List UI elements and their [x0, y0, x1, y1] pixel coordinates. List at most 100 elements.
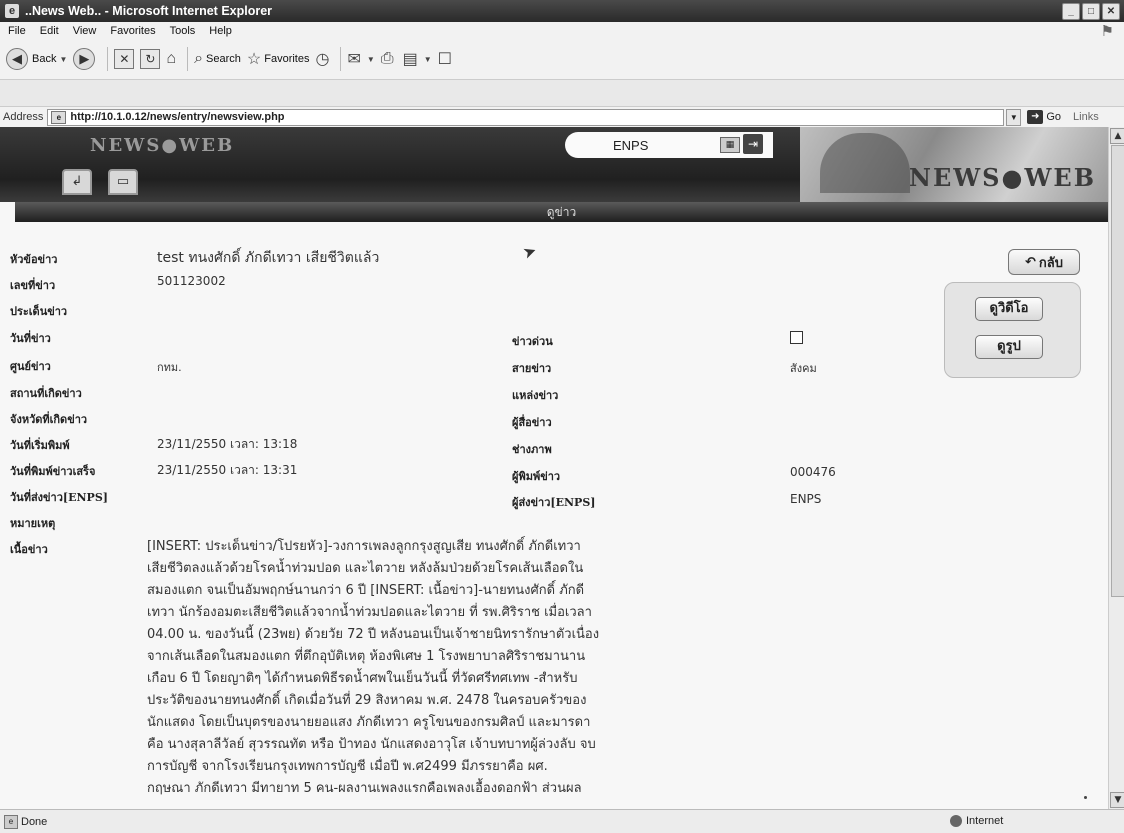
back-page-button[interactable]: ↶ กลับ: [1008, 249, 1080, 275]
maximize-button[interactable]: □: [1082, 3, 1100, 20]
news-body-text: [INSERT: ประเด็นข่าว/โปรยหัว]-วงการเพลงล…: [147, 539, 600, 796]
headline-label: หัวข้อข่าว: [10, 253, 58, 266]
status-text: Done: [21, 815, 48, 828]
enps-panel: ENPS ▦ ⇥: [565, 132, 773, 158]
window-title-bar: e ..News Web.. - Microsoft Internet Expl…: [0, 0, 1124, 22]
scan-dot: [1084, 796, 1087, 799]
chevron-down-icon[interactable]: ▼: [424, 55, 432, 64]
mouse-cursor-icon: ➤: [520, 240, 540, 263]
media-button-panel: ดูวิดีโอ ดูรูป: [944, 282, 1081, 378]
reporter-label: ผู้สื่อข่าว: [512, 416, 552, 429]
links-button[interactable]: Links: [1073, 111, 1099, 123]
address-input[interactable]: e http://10.1.0.12/news/entry/newsview.p…: [47, 108, 1005, 126]
vertical-scrollbar[interactable]: ▲ ▼: [1108, 127, 1124, 809]
scroll-up-arrow-icon[interactable]: ▲: [1110, 128, 1124, 144]
address-dropdown-icon[interactable]: ▼: [1006, 108, 1022, 126]
headline-value: test ทนงศักดิ์ ภักดีเทวา เสียชีวิตแล้ว: [157, 250, 380, 266]
toolbar-separator: [187, 47, 189, 71]
finish-date-label: วันที่พิมพ์ข่าวเสร็จ: [10, 465, 96, 478]
edit-icon: ▤: [402, 51, 418, 68]
go-label: Go: [1046, 111, 1062, 123]
home-button[interactable]: ⌂: [166, 50, 179, 68]
newsweb-logo-large: NEWS●WEB: [909, 163, 1096, 192]
print-button[interactable]: ⎙: [381, 50, 397, 68]
typist-label: ผู้พิมพ์ข่าว: [512, 470, 561, 483]
newsweb-header: NEWS●WEB ↲ ▭ ENPS ▦ ⇥ NEWS●WEB: [0, 127, 1108, 202]
back-label: Back: [32, 53, 57, 65]
logout-icon[interactable]: ⇥: [743, 134, 763, 154]
toolbar-separator: [340, 47, 342, 71]
source-label: แหล่งข่าว: [512, 389, 559, 402]
start-date-value: 23/11/2550 เวลา: 13:18: [157, 437, 298, 451]
start-date-label: วันที่เริ่มพิมพ์: [10, 439, 70, 452]
address-label: Address: [3, 111, 44, 123]
print-icon: ⎙: [380, 50, 394, 67]
minimize-button[interactable]: _: [1062, 3, 1080, 20]
menu-favorites[interactable]: Favorites: [110, 25, 155, 37]
favorites-button[interactable]: ☆ Favorites: [247, 49, 310, 69]
stop-icon: ✕: [114, 49, 135, 69]
windows-logo-icon: ⚑: [1100, 23, 1114, 40]
globe-icon: [950, 815, 962, 827]
enps-label: ENPS: [613, 137, 649, 153]
menu-file[interactable]: File: [8, 25, 26, 37]
toolbar-separator: [107, 47, 109, 71]
page-viewport: NEWS●WEB ↲ ▭ ENPS ▦ ⇥ NEWS●WEB ดูข่าว ➤ …: [0, 127, 1108, 809]
close-button[interactable]: ✕: [1102, 3, 1120, 20]
security-zone: Internet: [950, 815, 1003, 827]
stop-button[interactable]: ✕: [114, 49, 135, 69]
urgent-checkbox[interactable]: [790, 331, 803, 344]
discuss-icon: ☐: [437, 51, 452, 68]
menu-view[interactable]: View: [73, 25, 97, 37]
menu-bar: File Edit View Favorites Tools Help ⚑: [0, 22, 1124, 40]
news-detail: ➤ หัวข้อข่าว test ทนงศักดิ์ ภักดีเทวา เส…: [0, 222, 1108, 809]
chevron-down-icon[interactable]: ▼: [367, 55, 375, 64]
back-icon: ↶: [1025, 254, 1036, 270]
refresh-icon: ↻: [140, 49, 161, 69]
search-button[interactable]: ⌕ Search: [194, 50, 241, 68]
favorites-label: Favorites: [264, 53, 310, 65]
section-title: ดูข่าว: [15, 202, 1108, 222]
province-label: จังหวัดที่เกิดข่าว: [10, 413, 88, 426]
forward-button[interactable]: ▶: [73, 48, 99, 70]
mail-button[interactable]: ✉ ▼: [347, 49, 374, 69]
header-art-arch: [820, 133, 910, 193]
home-icon: ⌂: [166, 50, 177, 67]
scroll-thumb[interactable]: [1111, 145, 1124, 597]
page-done-icon: e: [4, 814, 18, 829]
discuss-button[interactable]: ☐: [438, 49, 455, 69]
address-bar: Address e http://10.1.0.12/news/entry/ne…: [0, 106, 1124, 128]
search-label: Search: [206, 53, 241, 65]
back-arrow-icon: ◀: [6, 48, 28, 70]
sent-date-label: วันที่ส่งข่าว[ENPS]: [10, 491, 108, 504]
news-line-value: สังคม: [790, 362, 817, 375]
search-icon: ⌕: [194, 50, 204, 67]
view-photo-button[interactable]: ดูรูป: [975, 335, 1043, 359]
address-url: http://10.1.0.12/news/entry/newsview.php: [70, 111, 285, 123]
add-news-tab-icon[interactable]: ↲: [62, 169, 92, 195]
go-button[interactable]: ➜ Go: [1027, 110, 1061, 124]
history-button[interactable]: ◷: [315, 49, 332, 69]
photographer-label: ช่างภาพ: [512, 443, 552, 456]
menu-help[interactable]: Help: [209, 25, 232, 37]
news-center-label: ศูนย์ข่าว: [10, 360, 51, 373]
view-video-button[interactable]: ดูวิดีโอ: [975, 297, 1043, 321]
edit-button[interactable]: ▤ ▼: [403, 49, 432, 69]
scroll-down-arrow-icon[interactable]: ▼: [1110, 792, 1124, 808]
refresh-button[interactable]: ↻: [140, 49, 161, 69]
status-bar: e Done Internet: [0, 809, 1124, 833]
window-controls: _ □ ✕: [1062, 3, 1120, 20]
news-id-value: 501123002: [157, 274, 226, 288]
back-button[interactable]: ◀ Back ▼: [6, 48, 67, 70]
typist-value: 000476: [790, 465, 836, 479]
menu-tools[interactable]: Tools: [170, 25, 196, 37]
news-date-label: วันที่ข่าว: [10, 332, 51, 345]
place-label: สถานที่เกิดข่าว: [10, 387, 82, 400]
view-news-tab-icon[interactable]: ▭: [108, 169, 138, 195]
window-title: ..News Web.. - Microsoft Internet Explor…: [25, 4, 273, 18]
keyboard-icon[interactable]: ▦: [720, 137, 740, 153]
chevron-down-icon[interactable]: ▼: [59, 55, 67, 64]
history-icon: ◷: [315, 51, 330, 68]
menu-edit[interactable]: Edit: [40, 25, 59, 37]
forward-arrow-icon: ▶: [73, 48, 96, 70]
